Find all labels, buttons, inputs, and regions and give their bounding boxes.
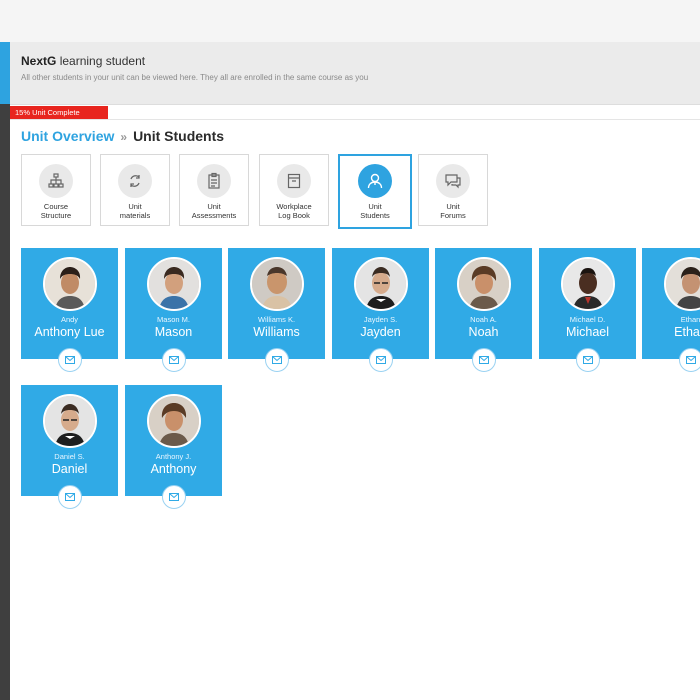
recycle-icon (118, 164, 152, 198)
mail-icon (168, 493, 179, 501)
tile-label: Unit materials (119, 202, 151, 220)
message-button[interactable] (575, 348, 600, 372)
unit-progress-badge: 15% Unit Complete (10, 106, 108, 119)
student-name: Daniel (51, 462, 88, 476)
student-avatar (249, 257, 304, 311)
tile-label: Unit Students (360, 202, 390, 220)
student-avatar (146, 394, 201, 448)
message-button[interactable] (264, 348, 289, 372)
mail-icon (478, 356, 489, 364)
breadcrumb-unit-overview[interactable]: Unit Overview (21, 128, 114, 144)
student-name: Anthony Lue (34, 325, 105, 339)
tile-label: Course Structure (40, 202, 72, 220)
message-button[interactable] (57, 348, 82, 372)
page-title: NextG learning student (21, 54, 145, 68)
message-button[interactable] (368, 348, 393, 372)
mail-icon (685, 356, 696, 364)
breadcrumb: Unit Overview » Unit Students (21, 128, 224, 144)
student-card[interactable]: Williams K. Williams (228, 248, 325, 372)
brand-name: NextG (21, 54, 57, 68)
student-avatar (42, 394, 97, 448)
logbook-icon (277, 164, 311, 198)
student-short-name: Anthony J. (155, 452, 192, 461)
student-name: Anthony (150, 462, 197, 476)
chat-icon (436, 164, 470, 198)
tile-unit-forums[interactable]: Unit Forums (418, 154, 488, 226)
student-short-name: Jayden S. (363, 315, 398, 324)
student-short-name: Daniel S. (54, 452, 85, 461)
page-subtitle: All other students in your unit can be v… (21, 73, 369, 82)
mail-icon (64, 356, 75, 364)
student-name: Mason (154, 325, 193, 339)
tile-label: Unit Assessments (191, 202, 237, 220)
mail-icon (582, 356, 593, 364)
student-avatar (663, 257, 700, 311)
user-icon (358, 164, 392, 198)
tile-label: Unit Forums (440, 202, 466, 220)
message-button[interactable] (471, 348, 496, 372)
divider (10, 119, 700, 120)
left-sidebar (0, 42, 10, 700)
student-name: Michael (565, 325, 610, 339)
student-card[interactable]: Mason M. Mason (125, 248, 222, 372)
student-card[interactable]: Daniel S. Daniel (21, 385, 118, 509)
main-content: NextG learning student All other student… (10, 42, 700, 700)
tile-label: Workplace Log Book (276, 202, 312, 220)
message-button[interactable] (161, 348, 186, 372)
message-button[interactable] (678, 348, 700, 372)
student-card[interactable]: Andy Anthony Lue (21, 248, 118, 372)
student-card[interactable]: Noah A. Noah (435, 248, 532, 372)
student-avatar (456, 257, 511, 311)
student-avatar (146, 257, 201, 311)
student-short-name: Ethan (680, 315, 700, 324)
page-header: NextG learning student All other student… (10, 42, 700, 105)
mail-icon (168, 356, 179, 364)
student-name: Williams (253, 325, 300, 339)
tile-unit-assessments[interactable]: Unit Assessments (179, 154, 249, 226)
breadcrumb-separator: » (120, 130, 128, 144)
student-avatar (353, 257, 408, 311)
mail-icon (271, 356, 282, 364)
student-card[interactable]: Michael D. Michael (539, 248, 636, 372)
student-card[interactable]: Jayden S. Jayden (332, 248, 429, 372)
student-short-name: Noah A. (470, 315, 497, 324)
student-card[interactable]: Ethan Ethan (642, 248, 700, 372)
student-card[interactable]: Anthony J. Anthony (125, 385, 222, 509)
breadcrumb-current: Unit Students (133, 128, 225, 144)
mail-icon (64, 493, 75, 501)
clipboard-icon (197, 164, 231, 198)
message-button[interactable] (161, 485, 186, 509)
tile-course-structure[interactable]: Course Structure (21, 154, 91, 226)
student-short-name: Mason M. (157, 315, 190, 324)
student-short-name: Michael D. (569, 315, 606, 324)
student-avatar (42, 257, 97, 311)
tile-unit-materials[interactable]: Unit materials (100, 154, 170, 226)
browser-top-bar (0, 0, 700, 43)
title-suffix: learning student (59, 54, 146, 68)
sidebar-active-marker (0, 42, 10, 104)
message-button[interactable] (57, 485, 82, 509)
tile-unit-students[interactable]: Unit Students (338, 154, 412, 229)
mail-icon (375, 356, 386, 364)
hierarchy-icon (39, 164, 73, 198)
student-name: Ethan (674, 325, 700, 339)
student-short-name: Andy (60, 315, 79, 324)
student-name: Jayden (360, 325, 401, 339)
card-clip: Ethan Ethan (642, 248, 700, 388)
student-short-name: Williams K. (257, 315, 296, 324)
tile-workplace-log-book[interactable]: Workplace Log Book (259, 154, 329, 226)
student-name: Noah (468, 325, 499, 339)
student-avatar (560, 257, 615, 311)
